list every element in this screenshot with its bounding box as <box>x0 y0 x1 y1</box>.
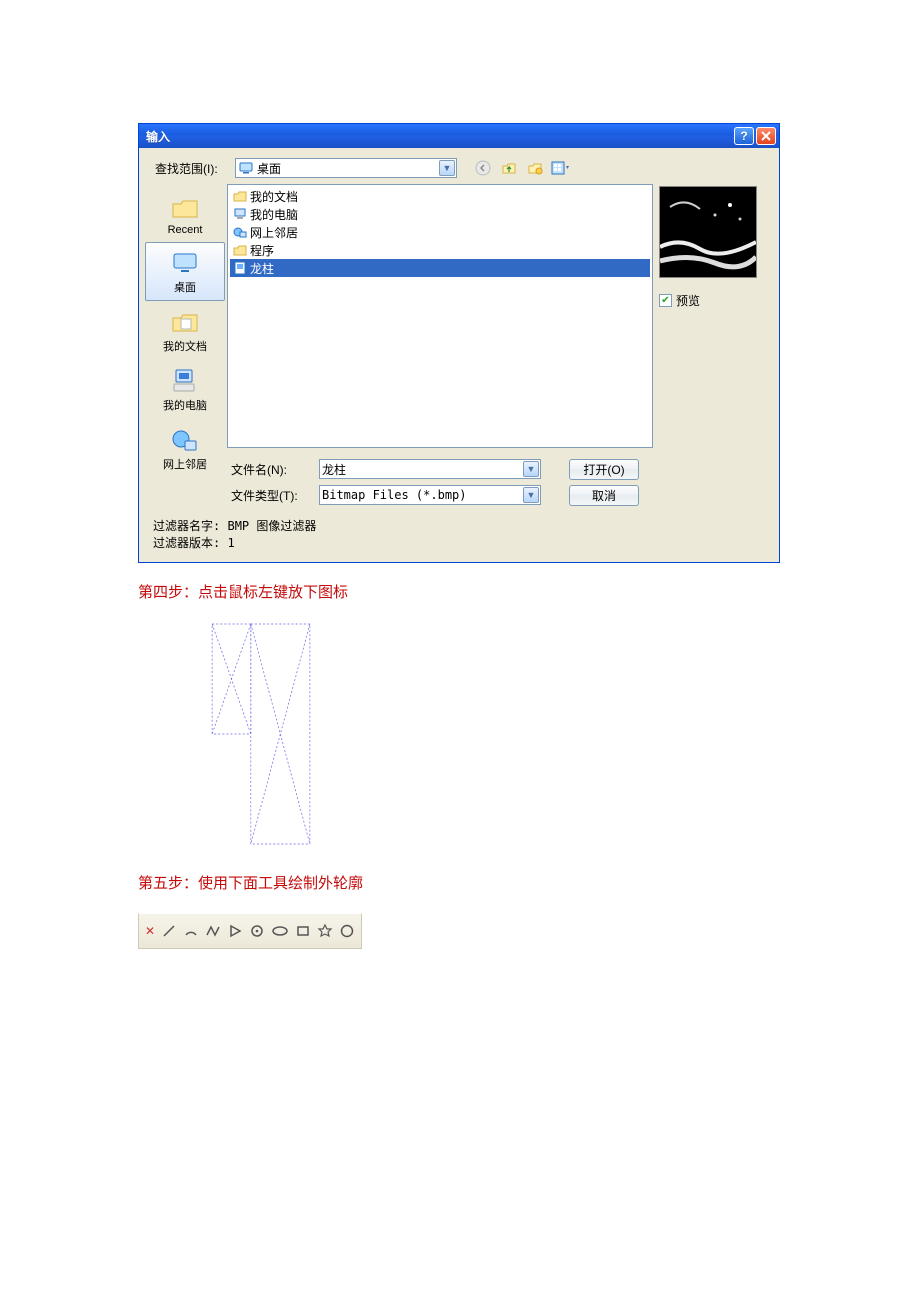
places-desktop[interactable]: 桌面 <box>145 242 225 301</box>
places-label: 我的文档 <box>163 338 207 354</box>
desktop-icon <box>169 247 201 279</box>
filename-label: 文件名(N): <box>227 461 319 478</box>
look-in-value: 桌面 <box>257 160 439 177</box>
up-one-level-icon[interactable] <box>499 158 519 178</box>
list-item[interactable]: 程序 <box>230 241 650 259</box>
desktop-icon <box>238 160 254 176</box>
chevron-down-icon[interactable]: ▼ <box>523 487 539 503</box>
rectangle-tool-icon[interactable] <box>295 922 311 940</box>
look-in-combo[interactable]: 桌面 ▼ <box>235 158 457 178</box>
preview-thumbnail <box>659 186 757 278</box>
filename-combo[interactable]: 龙柱 ▼ <box>319 459 541 479</box>
list-item[interactable]: 龙柱 <box>230 259 650 277</box>
filetype-value: Bitmap Files (*.bmp) <box>322 488 523 502</box>
look-in-label: 查找范围(I): <box>155 160 229 177</box>
file-open-dialog: 输入 ? 查找范围(I): 桌面 ▼ <box>138 123 780 563</box>
arc-tool-icon[interactable] <box>183 922 199 940</box>
polygon-play-tool-icon[interactable] <box>227 922 243 940</box>
places-label: 我的电脑 <box>163 397 207 413</box>
ellipse-tool-icon[interactable] <box>271 922 289 940</box>
places-network[interactable]: 网上邻居 <box>145 419 225 478</box>
bmp-file-icon <box>232 260 248 276</box>
computer-icon <box>232 206 248 222</box>
back-icon[interactable] <box>473 158 493 178</box>
list-item[interactable]: 我的文档 <box>230 187 650 205</box>
line-tool-icon[interactable] <box>161 922 177 940</box>
view-menu-icon[interactable] <box>551 158 571 178</box>
circle-tool-icon[interactable] <box>339 922 355 940</box>
step4-text: 第四步：点击鼠标左键放下图标 <box>138 581 782 602</box>
filename-value: 龙柱 <box>322 461 523 478</box>
list-item-label: 程序 <box>250 242 274 259</box>
places-my-computer[interactable]: 我的电脑 <box>145 360 225 419</box>
open-button[interactable]: 打开(O) <box>569 459 639 480</box>
network-icon <box>232 224 248 240</box>
list-item-label: 我的文档 <box>250 188 298 205</box>
chevron-down-icon[interactable]: ▼ <box>523 461 539 477</box>
places-recent[interactable]: Recent <box>145 187 225 242</box>
window-title: 输入 <box>146 128 732 145</box>
star-tool-icon[interactable] <box>317 922 333 940</box>
list-item-label: 龙柱 <box>250 260 274 277</box>
places-my-documents[interactable]: 我的文档 <box>145 301 225 360</box>
file-listing[interactable]: 我的文档 我的电脑 网上邻居 程序 <box>227 184 653 448</box>
delete-tool-icon[interactable]: ✕ <box>145 922 155 940</box>
polyline-tool-icon[interactable] <box>205 922 221 940</box>
network-places-icon <box>169 424 201 456</box>
places-label: 桌面 <box>174 279 196 295</box>
list-item[interactable]: 我的电脑 <box>230 205 650 223</box>
close-icon <box>761 131 771 141</box>
list-item[interactable]: 网上邻居 <box>230 223 650 241</box>
preview-checkbox[interactable]: ✔ <box>659 294 672 307</box>
placement-wireframe <box>184 622 338 846</box>
folder-recent-icon <box>169 192 201 224</box>
new-folder-icon[interactable] <box>525 158 545 178</box>
filter-info: 过滤器名字: BMP 图像过滤器 过滤器版本: 1 <box>139 508 779 562</box>
folder-icon <box>232 188 248 204</box>
list-item-label: 网上邻居 <box>250 224 298 241</box>
list-item-label: 我的电脑 <box>250 206 298 223</box>
step5-text: 第五步：使用下面工具绘制外轮廓 <box>138 872 782 893</box>
my-documents-icon <box>169 306 201 338</box>
circle-dot-tool-icon[interactable] <box>249 922 265 940</box>
drawing-toolbar: ✕ <box>138 913 362 949</box>
chevron-down-icon[interactable]: ▼ <box>439 160 455 176</box>
places-label: 网上邻居 <box>163 456 207 472</box>
cancel-button[interactable]: 取消 <box>569 485 639 506</box>
filetype-combo[interactable]: Bitmap Files (*.bmp) ▼ <box>319 485 541 505</box>
filetype-label: 文件类型(T): <box>227 487 319 504</box>
help-button[interactable]: ? <box>734 127 754 145</box>
my-computer-icon <box>169 365 201 397</box>
places-label: Recent <box>168 224 203 236</box>
places-bar: Recent 桌面 我的文档 我的电脑 <box>145 184 225 508</box>
title-bar[interactable]: 输入 ? <box>139 124 779 148</box>
folder-icon <box>232 242 248 258</box>
preview-label: 预览 <box>676 292 700 309</box>
close-button[interactable] <box>756 127 776 145</box>
